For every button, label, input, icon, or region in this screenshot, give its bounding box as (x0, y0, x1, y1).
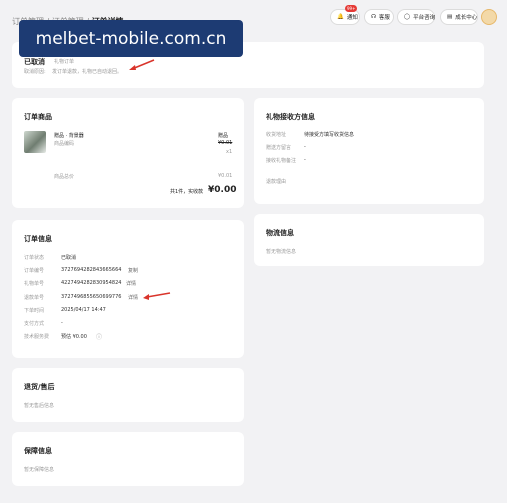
order-label: 支付方式 (24, 321, 45, 327)
aftersale-empty: 暂无售后信息 (24, 403, 55, 409)
platform-label: 平台咨询 (413, 15, 436, 21)
message-label: 通知 (346, 15, 358, 21)
watermark-banner: melbet-mobile.com.cn (19, 20, 243, 57)
status-title: 已取消 (24, 58, 45, 66)
detail-link[interactable]: 详情 (128, 294, 138, 301)
guarantee-empty: 暂无保障信息 (24, 467, 55, 473)
goods-total-label: 商品总价 (54, 174, 75, 180)
status-tag: 礼物订单 (54, 59, 75, 65)
order-info-card: 订单信息 订单状态 已取消 订单编号 3727694282843665664 复… (12, 220, 244, 358)
order-value: - (61, 320, 63, 326)
goods-sum-label: 共1件，实收款 (170, 189, 204, 195)
order-label: 礼物单号 (24, 281, 45, 287)
service-label: 客服 (378, 15, 390, 21)
annotation-arrow (143, 292, 171, 300)
platform-button[interactable]: ◯ 平台咨询 (397, 9, 435, 25)
order-label: 退款单号 (24, 295, 45, 301)
annotation-arrow (129, 59, 155, 70)
goods-card: 订单商品 赠品 · 背景器 商品编码 赠品 ¥0.01 x1 商品总价 ¥0.0… (12, 98, 244, 208)
order-value: 4227494282830954824 (61, 280, 122, 286)
cancel-reason-value: 发订单退款，礼物已自动退回。 (52, 69, 123, 75)
cancel-reason-label: 取消原因: (24, 69, 46, 75)
recipient-value: 待接受方填写收货信息 (304, 132, 355, 138)
recipient-title: 礼物接收方信息 (266, 113, 315, 121)
product-qty: x1 (226, 149, 233, 155)
order-label: 下单时间 (24, 308, 45, 314)
goods-total-value: ¥0.01 (218, 173, 233, 179)
logistics-empty: 暂无物流信息 (266, 249, 297, 255)
guarantee-title: 保障信息 (24, 447, 52, 455)
bell-icon: 🔔 (337, 14, 344, 20)
detail-link[interactable]: 详情 (126, 280, 136, 287)
order-value: 2025/04/17 14:47 (61, 307, 106, 313)
growth-label: 成长中心 (455, 15, 478, 21)
aftersale-card: 退货/售后 暂无售后信息 (12, 368, 244, 422)
product-image[interactable] (24, 131, 46, 153)
avatar[interactable] (481, 9, 497, 25)
recipient-label: 赠送方留言 (266, 145, 292, 151)
headset-icon: ☊ (371, 14, 376, 20)
recipient-value: - (304, 157, 306, 163)
goods-title: 订单商品 (24, 113, 52, 121)
chat-icon: ◯ (404, 14, 411, 20)
order-label: 订单编号 (24, 268, 45, 274)
message-badge: 99+ (345, 5, 358, 12)
order-value: 3727694282843665664 (61, 267, 122, 273)
logistics-title: 物流信息 (266, 229, 294, 237)
book-icon: ▤ (447, 14, 453, 20)
copy-link[interactable]: 复制 (128, 267, 138, 274)
order-value: 预估 ¥0.00 (61, 334, 87, 340)
growth-button[interactable]: ▤ 成长中心 (440, 9, 478, 25)
recipient-card: 礼物接收方信息 收货地址 待接受方填写收货信息 赠送方留言 - 接收礼物备注 -… (254, 98, 484, 204)
product-price: ¥0.01 (218, 140, 233, 146)
recipient-label: 退款理由 (266, 179, 287, 185)
order-info-title: 订单信息 (24, 235, 52, 243)
recipient-label: 接收礼物备注 (266, 158, 297, 164)
aftersale-title: 退货/售后 (24, 383, 55, 391)
product-code-label: 商品编码 (54, 141, 75, 147)
help-icon[interactable]: ⓘ (96, 332, 102, 341)
recipient-label: 收货地址 (266, 132, 287, 138)
product-col-label: 赠品 (218, 133, 229, 139)
order-label: 技术服务费 (24, 334, 50, 340)
order-label: 订单状态 (24, 255, 45, 261)
goods-sum-value: ¥0.00 (208, 185, 237, 195)
service-button[interactable]: ☊ 客服 (364, 9, 394, 25)
product-name[interactable]: 赠品 · 背景器 (54, 132, 84, 139)
order-value: 已取消 (61, 255, 77, 261)
guarantee-card: 保障信息 暂无保障信息 (12, 432, 244, 486)
logistics-card: 物流信息 暂无物流信息 (254, 214, 484, 266)
message-button[interactable]: 🔔 通知 99+ (330, 5, 360, 25)
order-value: 3727496855650699776 (61, 294, 122, 300)
recipient-value: - (304, 144, 306, 150)
